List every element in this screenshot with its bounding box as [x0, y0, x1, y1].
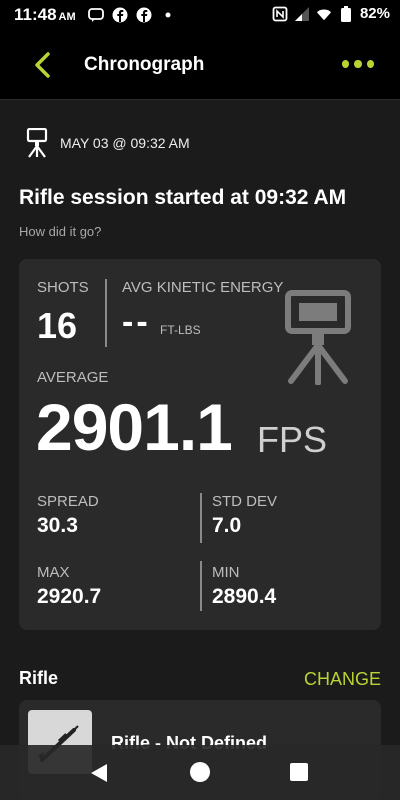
session-date-row: MAY 03 @ 09:32 AM: [26, 128, 190, 158]
kinetic-energy-unit: FT-LBS: [160, 323, 201, 337]
divider: [200, 561, 202, 611]
kinetic-energy-label: AVG KINETIC ENERGY: [122, 279, 284, 296]
nav-back-icon[interactable]: [90, 763, 108, 783]
system-nav-bar: [0, 745, 400, 800]
divider: [105, 279, 107, 347]
chronograph-tripod-icon: [285, 290, 351, 385]
more-options-button[interactable]: [342, 54, 374, 74]
average-label: AVERAGE: [37, 369, 109, 386]
status-notification-icons: [88, 7, 176, 23]
status-system-icons: 82%: [272, 5, 390, 22]
stats-card: SHOTS 16 AVG KINETIC ENERGY -- FT-LBS AV…: [19, 259, 381, 630]
nfc-icon: [272, 6, 288, 22]
status-time-value: 11:48: [14, 5, 57, 24]
back-button[interactable]: [28, 50, 58, 80]
status-bar: 11:48 AM 82%: [0, 0, 400, 30]
more-dot-icon: [366, 60, 374, 68]
session-date: MAY 03 @ 09:32 AM: [60, 135, 190, 151]
more-dot-icon: [342, 60, 350, 68]
divider: [200, 493, 202, 543]
chevron-left-icon: [35, 52, 50, 78]
kinetic-energy-value: --: [122, 303, 151, 341]
nav-recents-icon[interactable]: [290, 763, 308, 781]
max-label: MAX: [37, 564, 70, 581]
change-rifle-button[interactable]: CHANGE: [304, 669, 381, 690]
more-dot-icon: [354, 60, 362, 68]
notification-dot-icon: [160, 7, 176, 23]
average-value: 2901.1: [36, 390, 233, 464]
std-dev-label: STD DEV: [212, 493, 278, 510]
std-dev-value: 7.0: [212, 514, 242, 537]
min-value: 2890.4: [212, 585, 277, 608]
average-unit: FPS: [257, 419, 328, 460]
facebook-icon: [136, 7, 152, 23]
status-ampm: AM: [58, 11, 76, 23]
battery-icon: [338, 5, 354, 22]
chronograph-icon: [26, 128, 48, 158]
min-label: MIN: [212, 564, 240, 581]
facebook-icon: [112, 7, 128, 23]
nav-home-icon[interactable]: [190, 762, 210, 782]
spread-value: 30.3: [37, 514, 78, 537]
max-value: 2920.7: [37, 585, 102, 608]
app-bar: Chronograph: [0, 30, 400, 100]
messenger-icon: [88, 7, 104, 23]
shots-value: 16: [37, 305, 78, 346]
page-title: Chronograph: [84, 54, 205, 75]
wifi-icon: [316, 6, 332, 22]
battery-percent: 82%: [359, 5, 390, 22]
session-subtitle[interactable]: How did it go?: [19, 224, 101, 239]
session-title: Rifle session started at 09:32 AM: [19, 186, 347, 209]
cell-signal-icon: [294, 6, 310, 22]
spread-label: SPREAD: [37, 493, 99, 510]
rifle-section-header: Rifle: [19, 668, 59, 688]
shots-label: SHOTS: [37, 279, 89, 296]
status-time: 11:48 AM: [14, 5, 76, 25]
